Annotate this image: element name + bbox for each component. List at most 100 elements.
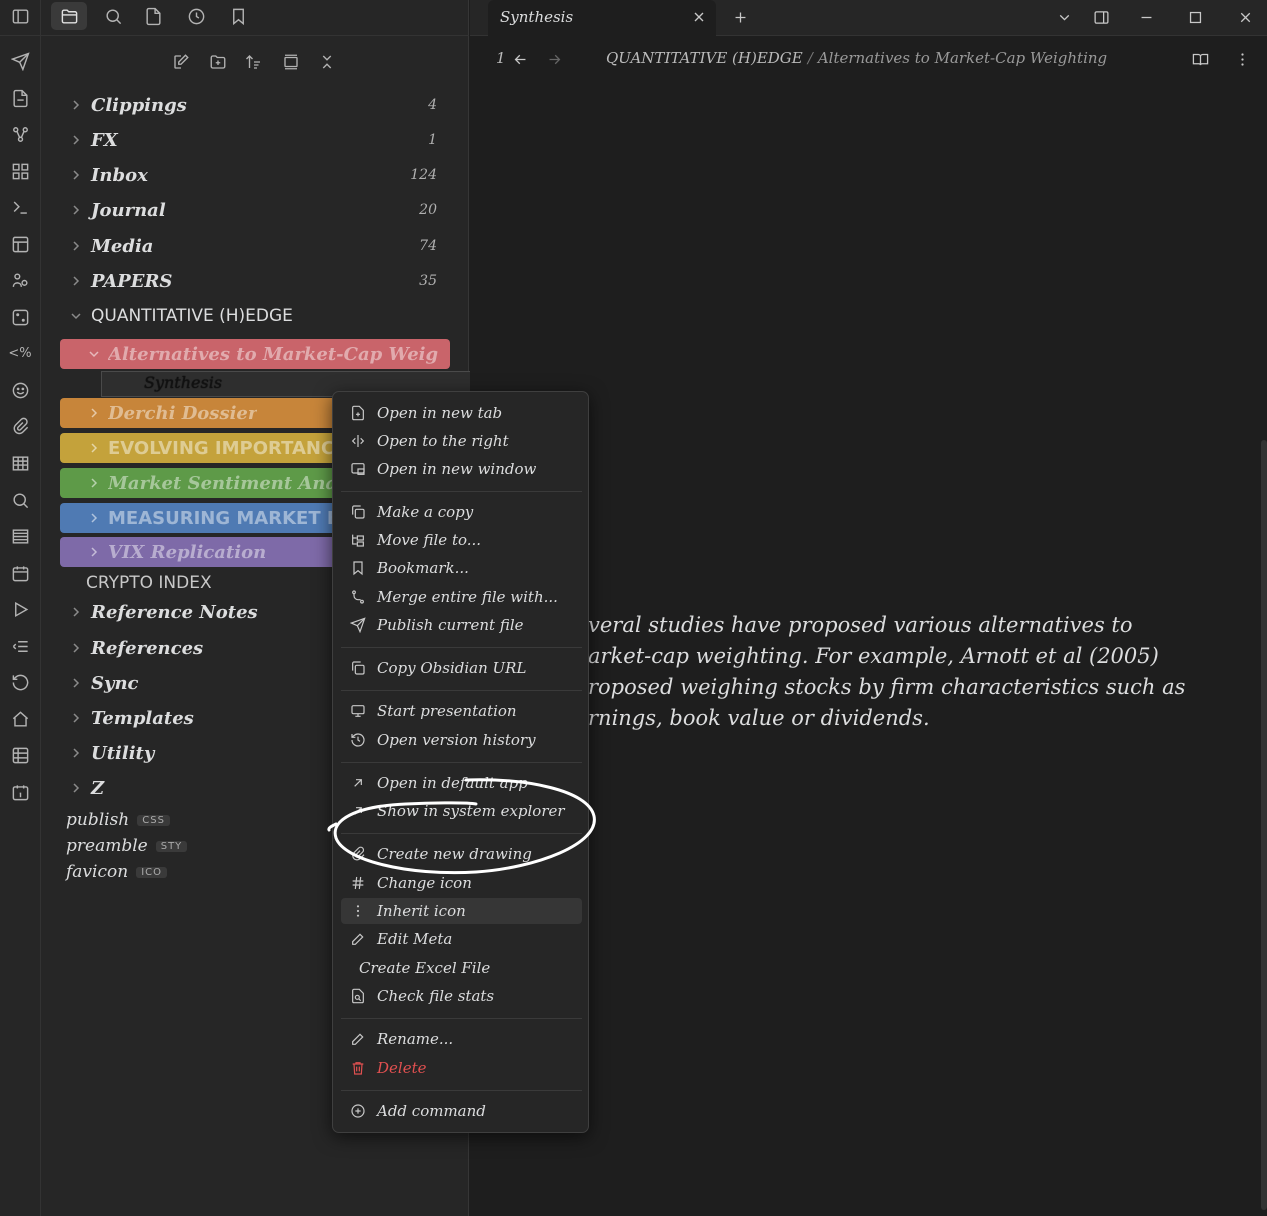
menu-item-change-icon[interactable]: Change icon	[341, 870, 582, 896]
folder-item[interactable]: PAPERS 35	[69, 266, 437, 296]
menu-item-merge[interactable]: Merge entire file with...	[341, 584, 582, 610]
menu-item-label: Create new drawing	[377, 845, 532, 863]
list-icon[interactable]	[5, 523, 35, 549]
note-content[interactable]: veral studies have proposed various alte…	[588, 610, 1228, 734]
daily-note-icon[interactable]	[5, 779, 35, 805]
pencil-icon	[349, 930, 367, 948]
folder-item[interactable]: Journal 20	[69, 195, 437, 225]
folder-item[interactable]: References	[69, 633, 329, 663]
subfolder-item-expanded[interactable]: Alternatives to Market-Cap Weigh...	[60, 339, 450, 369]
folder-item[interactable]: Media 74	[69, 231, 437, 261]
home-icon[interactable]	[5, 706, 35, 732]
calendar-icon[interactable]	[5, 560, 35, 586]
breadcrumb-current[interactable]: Alternatives to Market-Cap Weighting	[818, 49, 1107, 67]
right-sidebar-toggle-icon[interactable]	[1089, 5, 1113, 29]
menu-item-move-file[interactable]: Move file to...	[341, 527, 582, 553]
subfolder-item[interactable]: VIX Replication	[60, 537, 340, 567]
undo-icon[interactable]	[5, 669, 35, 695]
back-arrow-icon[interactable]	[508, 47, 532, 71]
sidebar-toggle-icon[interactable]	[5, 3, 35, 29]
file-item[interactable]: favicon ICO	[66, 857, 326, 887]
close-icon[interactable]	[690, 8, 708, 26]
outline-icon[interactable]	[5, 633, 35, 659]
folder-item[interactable]: FX 1	[69, 125, 437, 155]
subfolder-item[interactable]: Market Sentiment Analy	[60, 468, 340, 498]
graph-icon[interactable]	[5, 121, 35, 147]
menu-item-start-presentation[interactable]: Start presentation	[341, 698, 582, 724]
menu-item-copy-url[interactable]: Copy Obsidian URL	[341, 655, 582, 681]
menu-item-open-default-app[interactable]: Open in default app	[341, 770, 582, 796]
new-tab-plus-icon[interactable]	[728, 5, 752, 29]
grid-icon[interactable]	[5, 158, 35, 184]
maximize-icon[interactable]	[1183, 5, 1207, 29]
folder-item[interactable]: Inbox 124	[69, 160, 437, 190]
menu-item-publish[interactable]: Publish current file	[341, 612, 582, 638]
folder-item[interactable]: CRYPTO INDEX	[86, 568, 336, 598]
people-icon[interactable]	[5, 267, 35, 293]
menu-item-label: Add command	[377, 1102, 486, 1120]
layout-icon[interactable]	[5, 231, 35, 257]
send-icon[interactable]	[5, 48, 35, 74]
more-options-icon[interactable]	[1230, 47, 1254, 71]
templater-icon[interactable]: <%	[5, 340, 35, 366]
smiley-icon[interactable]	[5, 377, 35, 403]
breadcrumb-folder[interactable]: QUANTITATIVE (H)EDGE	[606, 49, 803, 67]
folder-item[interactable]: Sync	[69, 668, 329, 698]
menu-item-rename[interactable]: Rename...	[341, 1026, 582, 1052]
spreadsheet-icon[interactable]	[5, 742, 35, 768]
history-count: 1	[496, 49, 506, 67]
folder-count: 74	[419, 238, 437, 254]
menu-item-edit-meta[interactable]: Edit Meta	[341, 926, 582, 952]
menu-item-open-new-tab[interactable]: Open in new tab	[341, 400, 582, 426]
clock-icon[interactable]	[178, 2, 214, 30]
external-link-icon	[349, 802, 367, 820]
new-folder-icon[interactable]	[204, 48, 232, 76]
menu-item-open-right[interactable]: Open to the right	[341, 428, 582, 454]
collapse-all-icon[interactable]	[313, 48, 341, 76]
folder-item[interactable]: Clippings 4	[69, 90, 437, 120]
minimize-icon[interactable]	[1134, 5, 1158, 29]
terminal-icon[interactable]	[5, 194, 35, 220]
folder-item[interactable]: Utility	[69, 738, 329, 768]
menu-item-create-drawing[interactable]: Create new drawing	[341, 841, 582, 867]
play-icon[interactable]	[5, 596, 35, 622]
folder-item-expanded[interactable]: QUANTITATIVE (H)EDGE	[69, 301, 437, 331]
menu-item-bookmark[interactable]: Bookmark...	[341, 555, 582, 581]
dice-icon[interactable]	[5, 304, 35, 330]
menu-item-create-excel[interactable]: Create Excel File	[341, 955, 582, 981]
file-swap-icon[interactable]	[5, 85, 35, 111]
subfolder-item[interactable]: Derchi Dossier	[60, 398, 340, 428]
subfolder-item[interactable]: EVOLVING IMPORTANCE	[60, 433, 340, 463]
menu-item-version-history[interactable]: Open version history	[341, 727, 582, 753]
menu-item-file-stats[interactable]: Check file stats	[341, 983, 582, 1009]
table-icon[interactable]	[5, 450, 35, 476]
menu-item-label: Change icon	[377, 874, 472, 892]
folder-icon[interactable]	[51, 2, 87, 30]
search-icon[interactable]	[5, 487, 35, 513]
folder-item[interactable]: Reference Notes	[69, 597, 329, 627]
collapse-icon[interactable]	[277, 48, 305, 76]
folder-item[interactable]: Templates	[69, 703, 329, 733]
tab-synthesis[interactable]: Synthesis	[488, 0, 716, 36]
chevron-down-icon[interactable]	[1052, 5, 1076, 29]
menu-separator	[341, 690, 582, 691]
menu-item-delete[interactable]: Delete	[341, 1055, 582, 1081]
subfolder-item[interactable]: MEASURING MARKET B	[60, 503, 340, 533]
search-icon[interactable]	[95, 2, 131, 30]
sort-icon[interactable]	[240, 48, 268, 76]
new-note-icon[interactable]	[167, 48, 195, 76]
monitor-icon	[349, 702, 367, 720]
menu-item-add-command[interactable]: Add command	[341, 1098, 582, 1124]
menu-item-open-window[interactable]: Open in new window	[341, 456, 582, 482]
menu-item-inherit-icon[interactable]: Inherit icon	[341, 898, 582, 924]
scrollbar[interactable]	[1261, 440, 1267, 1210]
forward-arrow-icon[interactable]	[542, 47, 566, 71]
folder-item[interactable]: Z	[69, 773, 329, 803]
paperclip-icon[interactable]	[5, 413, 35, 439]
menu-item-show-explorer[interactable]: Show in system explorer	[341, 798, 582, 824]
window-close-icon[interactable]	[1233, 5, 1257, 29]
reading-view-icon[interactable]	[1188, 47, 1212, 71]
bookmark-icon[interactable]	[220, 2, 256, 30]
menu-item-make-copy[interactable]: Make a copy	[341, 499, 582, 525]
file-icon[interactable]	[135, 2, 171, 30]
